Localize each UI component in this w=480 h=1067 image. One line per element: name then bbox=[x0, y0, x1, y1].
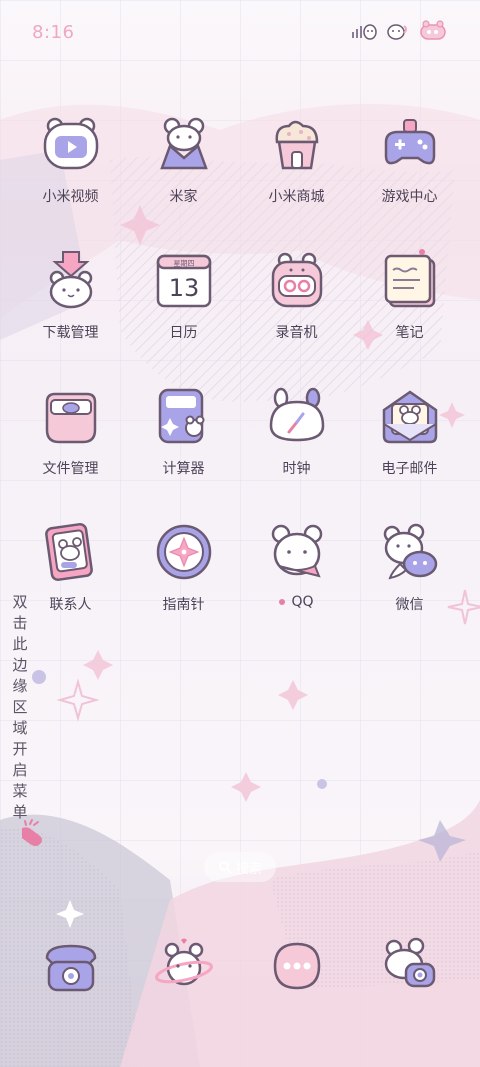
app-label-text: QQ bbox=[291, 594, 314, 610]
app-xiaomi-shop[interactable]: 小米商城 bbox=[240, 112, 353, 206]
clock-icon bbox=[269, 387, 324, 442]
app-label: 小米商城 bbox=[268, 189, 325, 205]
battery-icon bbox=[420, 20, 446, 40]
dock bbox=[14, 934, 466, 998]
calculator-icon bbox=[158, 388, 204, 444]
app-label: 计算器 bbox=[162, 461, 205, 477]
search-icon bbox=[219, 861, 232, 874]
app-game-center[interactable]: 游戏中心 bbox=[353, 112, 466, 206]
app-mijia[interactable]: 米家 bbox=[127, 112, 240, 206]
notes-icon bbox=[384, 249, 435, 308]
app-file-manager[interactable]: 文件管理 bbox=[14, 384, 127, 478]
app-label: 电子邮件 bbox=[381, 461, 438, 477]
dock-messages[interactable] bbox=[240, 934, 353, 998]
app-label: 米家 bbox=[169, 189, 198, 205]
dock-phone[interactable] bbox=[14, 934, 127, 998]
app-wechat[interactable]: 微信 bbox=[353, 520, 466, 614]
app-label: 时钟 bbox=[282, 461, 311, 477]
calendar-icon: 星期四 13 bbox=[156, 254, 211, 308]
app-label: QQ bbox=[279, 594, 314, 610]
qq-icon bbox=[271, 524, 322, 578]
app-grid: 小米视频 米家 小米商城 游戏中心 下载管理 星期四 13 日历 录音机 笔记 … bbox=[14, 112, 466, 614]
status-icons bbox=[350, 18, 450, 44]
recorder-icon bbox=[271, 252, 322, 308]
search-label: 搜索 bbox=[235, 861, 262, 877]
app-label: 录音机 bbox=[275, 325, 318, 341]
download-icon bbox=[49, 251, 92, 309]
search-button[interactable]: 搜索 bbox=[204, 852, 276, 882]
status-bar: 8:16 bbox=[0, 0, 480, 70]
dock-browser[interactable] bbox=[127, 934, 240, 998]
app-label: 联系人 bbox=[49, 597, 92, 613]
edge-menu-hint[interactable]: 双击此边缘区域开启菜单 bbox=[10, 592, 30, 823]
dock-camera[interactable] bbox=[353, 934, 466, 998]
compass-icon bbox=[156, 524, 211, 580]
app-xiaomi-video[interactable]: 小米视频 bbox=[14, 112, 127, 206]
app-label: 文件管理 bbox=[42, 461, 99, 477]
camera-icon bbox=[384, 937, 435, 988]
app-qq[interactable]: QQ bbox=[240, 520, 353, 614]
app-label: 小米视频 bbox=[42, 189, 99, 205]
app-label: 下载管理 bbox=[42, 325, 99, 341]
calendar-weekday: 星期四 bbox=[173, 260, 194, 268]
app-email[interactable]: 电子邮件 bbox=[353, 384, 466, 478]
app-clock[interactable]: 时钟 bbox=[240, 384, 353, 478]
folder-icon bbox=[45, 392, 96, 444]
wifi-icon bbox=[387, 24, 407, 40]
tap-finger-icon bbox=[22, 819, 42, 846]
app-label: 微信 bbox=[395, 597, 424, 613]
app-label: 指南针 bbox=[162, 597, 205, 613]
app-label: 日历 bbox=[169, 325, 198, 341]
browser-icon bbox=[154, 938, 213, 986]
status-time: 8:16 bbox=[32, 22, 75, 43]
app-calendar[interactable]: 星期四 13 日历 bbox=[127, 248, 240, 342]
app-recorder[interactable]: 录音机 bbox=[240, 248, 353, 342]
phone-icon bbox=[45, 944, 96, 992]
gamepad-icon bbox=[384, 119, 435, 165]
contacts-icon bbox=[44, 522, 93, 582]
app-calculator[interactable]: 计算器 bbox=[127, 384, 240, 478]
shop-icon bbox=[275, 120, 318, 170]
app-compass[interactable]: 指南针 bbox=[127, 520, 240, 614]
wechat-icon bbox=[383, 523, 437, 580]
messages-icon bbox=[273, 942, 320, 990]
app-label: 笔记 bbox=[395, 325, 424, 341]
app-label: 游戏中心 bbox=[381, 189, 438, 205]
signal-icon bbox=[352, 24, 377, 40]
mail-icon bbox=[382, 390, 437, 444]
app-downloads[interactable]: 下载管理 bbox=[14, 248, 127, 342]
calendar-day: 13 bbox=[168, 274, 199, 302]
app-notes[interactable]: 笔记 bbox=[353, 248, 466, 342]
notification-dot bbox=[279, 599, 286, 605]
video-icon bbox=[43, 117, 98, 170]
app-contacts[interactable]: 联系人 bbox=[14, 520, 127, 614]
mijia-icon bbox=[159, 117, 208, 170]
